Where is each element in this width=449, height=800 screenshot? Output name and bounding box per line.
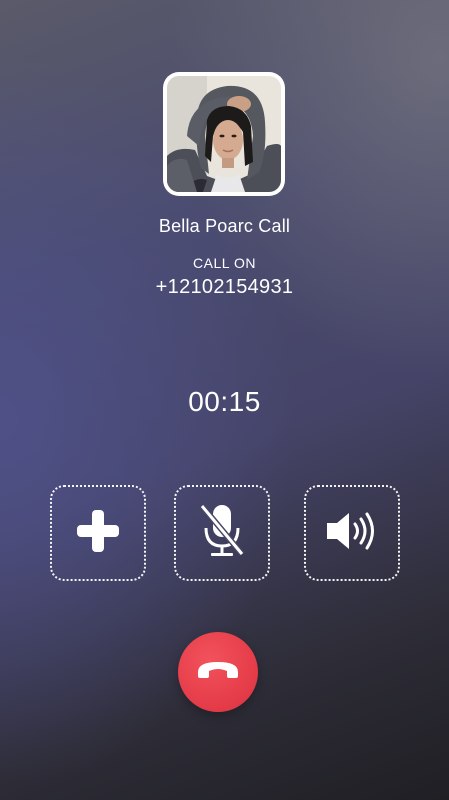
end-call-button[interactable] [178, 632, 258, 712]
plus-icon [75, 508, 121, 559]
microphone-muted-icon [196, 502, 248, 565]
hang-up-phone-icon [196, 658, 240, 687]
speaker-icon [325, 509, 379, 558]
contact-name: Bella Poarc Call [158, 216, 291, 236]
phone-number: +12102154931 [155, 276, 294, 298]
call-screen: Bella Poarc Call CALL ON +12102154931 00… [0, 0, 449, 800]
call-timer: 00:15 [188, 386, 261, 417]
call-status-label: CALL ON [193, 255, 256, 271]
add-call-button[interactable] [50, 485, 146, 581]
mute-button[interactable] [174, 485, 270, 581]
contact-avatar [167, 76, 281, 192]
contact-avatar-frame [163, 72, 285, 196]
speaker-button[interactable] [304, 485, 400, 581]
